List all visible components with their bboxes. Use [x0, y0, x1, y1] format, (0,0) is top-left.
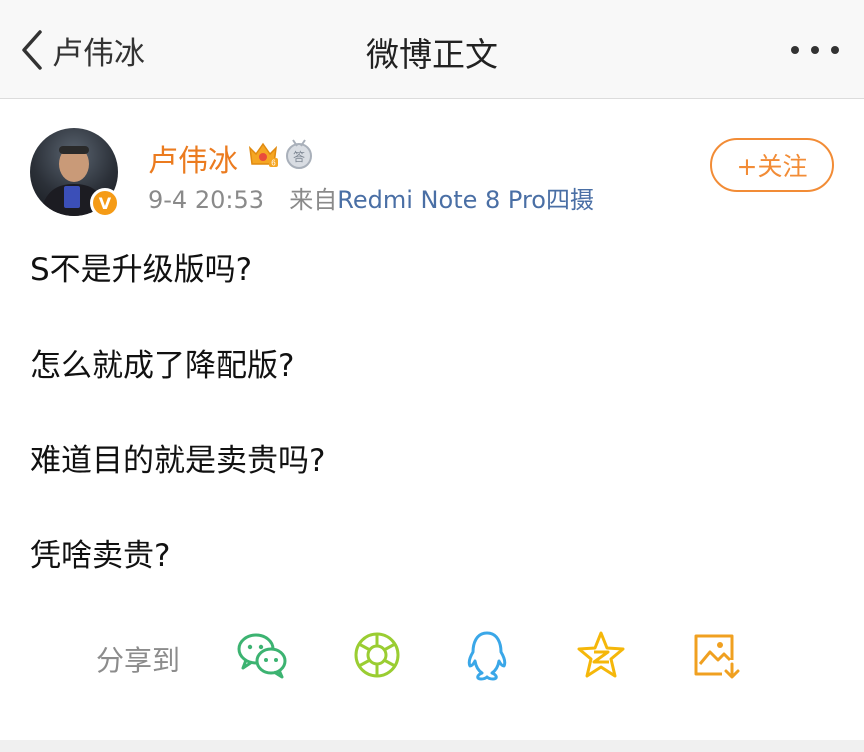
- page-title: 微博正文: [366, 35, 498, 74]
- bottom-divider: [0, 740, 864, 752]
- qzone-icon[interactable]: [576, 630, 626, 680]
- more-dots-icon: [791, 46, 839, 54]
- post-time: 9-4 20:53: [148, 186, 264, 214]
- moments-icon[interactable]: [352, 630, 402, 680]
- save-image-icon[interactable]: [692, 630, 740, 680]
- verified-v-icon: V: [90, 188, 120, 218]
- avatar[interactable]: V: [30, 128, 120, 218]
- more-button[interactable]: [790, 38, 840, 62]
- post-meta: 9-4 20:53 来自Redmi Note 8 Pro四摄: [148, 180, 594, 215]
- wechat-icon[interactable]: [236, 630, 290, 680]
- answer-medal-icon[interactable]: 答: [284, 138, 314, 170]
- share-label: 分享到: [96, 644, 181, 677]
- post-source-link[interactable]: Redmi Note 8 Pro四摄: [337, 186, 594, 214]
- svg-text:6: 6: [271, 159, 276, 168]
- follow-button[interactable]: +关注: [710, 138, 834, 192]
- post-text-line: S不是升级版吗?: [30, 252, 253, 288]
- post-text-line: 怎么就成了降配版?: [30, 348, 295, 384]
- svg-text:答: 答: [293, 149, 305, 164]
- post-text-line: 难道目的就是卖贵吗?: [30, 443, 326, 479]
- vip-crown-icon[interactable]: 6: [247, 138, 279, 170]
- source-prefix: 来自: [289, 186, 338, 214]
- qq-icon[interactable]: [464, 630, 510, 682]
- author-name[interactable]: 卢伟冰: [148, 136, 238, 180]
- navigation-bar: 卢伟冰 微博正文: [0, 0, 864, 99]
- post-text-line: 凭啥卖贵?: [30, 538, 171, 574]
